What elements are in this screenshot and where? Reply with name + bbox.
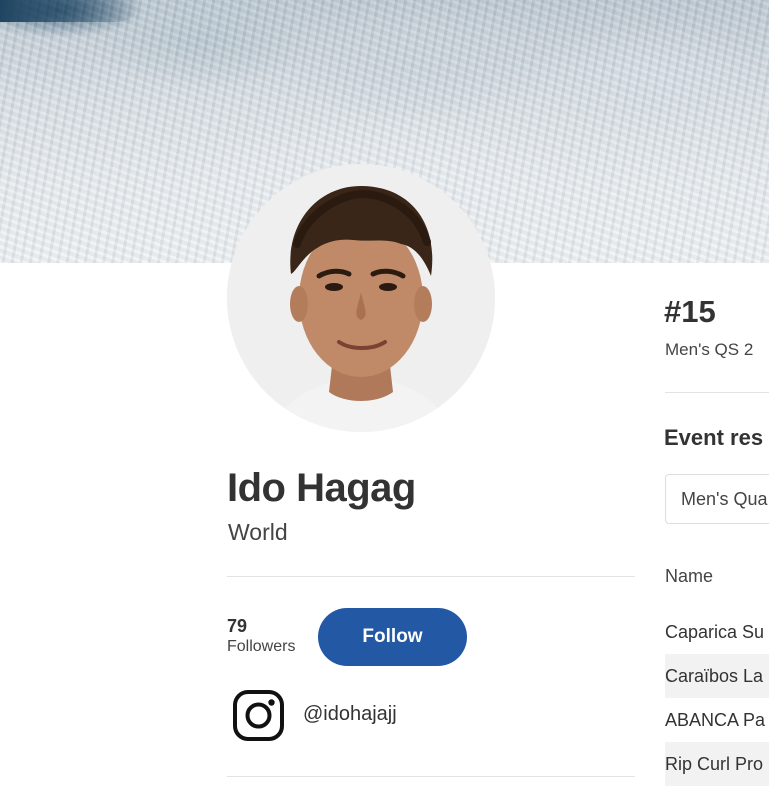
avatar-photo	[227, 164, 495, 432]
profile-country: World	[228, 519, 288, 545]
event-name[interactable]: Caraïbos La	[665, 666, 763, 687]
followers-count: 79	[227, 616, 248, 636]
event-name[interactable]: ABANCA Pa	[665, 710, 765, 731]
event-name[interactable]: Caparica Su	[665, 622, 764, 643]
follow-button[interactable]: Follow	[318, 608, 467, 666]
divider	[665, 392, 769, 393]
table-row[interactable]: Caparica Su	[665, 610, 769, 654]
instagram-icon[interactable]	[232, 689, 285, 742]
table-row[interactable]: Rip Curl Pro	[665, 742, 769, 786]
followers-label: Followers	[227, 638, 296, 655]
tour-filter-select[interactable]: Men's Qua	[665, 474, 769, 524]
event-name[interactable]: Rip Curl Pro	[665, 754, 763, 775]
instagram-handle-link[interactable]: @idohajajj	[303, 703, 397, 726]
avatar	[227, 164, 495, 432]
followers-stat: 79 Followers	[227, 616, 295, 658]
divider	[227, 576, 635, 577]
profile-name: Ido Hagag	[227, 466, 416, 510]
divider	[227, 776, 635, 777]
table-row[interactable]: Caraïbos La	[665, 654, 769, 698]
table-row[interactable]: ABANCA Pa	[665, 698, 769, 742]
ranking-tour: Men's QS 2	[665, 340, 754, 359]
column-header-name: Name	[665, 566, 714, 586]
event-results-table: Caparica Su Caraïbos La ABANCA Pa Rip Cu…	[665, 610, 769, 786]
ranking-number: #15	[664, 294, 716, 329]
tour-filter-value: Men's Qua	[681, 488, 768, 509]
event-results-title: Event res	[664, 425, 764, 450]
